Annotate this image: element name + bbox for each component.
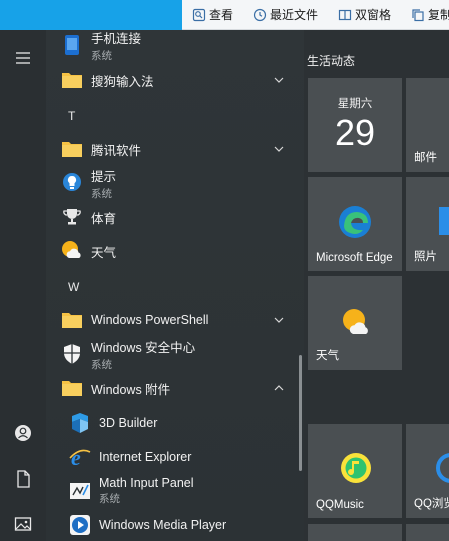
tiles-pane: 生活动态 星期六 29 邮件 Microsoft Edge 照片 天气 QQMu… (304, 30, 449, 541)
tile-group-title[interactable]: 生活动态 (307, 52, 355, 69)
pictures-icon[interactable] (13, 514, 33, 534)
clock-icon (253, 8, 267, 21)
math-input-icon (70, 483, 90, 499)
explorer-toolbar: 查看 最近文件 双窗格 复制 (182, 0, 449, 30)
tile-partial[interactable] (406, 524, 449, 541)
list-item-sports[interactable]: 体育 (46, 200, 304, 234)
app-name: 搜狗输入法 (91, 74, 154, 89)
app-category: 系统 (91, 358, 112, 371)
list-item-powershell-folder[interactable]: Windows PowerShell (46, 303, 304, 337)
dual-pane-button[interactable]: 双窗格 (338, 6, 391, 23)
letter-header-w[interactable]: W (46, 270, 304, 304)
internet-explorer-icon: e (69, 445, 91, 469)
mail-tile[interactable]: 邮件 (406, 78, 449, 172)
photos-icon (439, 207, 449, 235)
list-item-weather[interactable]: 天气 (46, 234, 304, 268)
app-name: 腾讯软件 (91, 143, 142, 158)
app-name: Windows 附件 (91, 382, 171, 397)
view-icon (192, 8, 206, 21)
documents-icon[interactable] (13, 469, 33, 489)
calendar-tile[interactable]: 星期六 29 (308, 78, 402, 172)
chevron-down-icon[interactable] (273, 314, 285, 326)
tile-partial[interactable] (308, 524, 402, 541)
svg-text:e: e (71, 445, 81, 469)
app-category: 系统 (91, 49, 112, 62)
weather-tile[interactable]: 天气 (308, 276, 402, 370)
media-player-icon (70, 515, 90, 535)
start-left-rail (0, 30, 46, 541)
tile-label: 邮件 (414, 152, 437, 164)
copy-icon (412, 8, 424, 21)
copy-label: 复制 (428, 8, 449, 22)
shield-icon (64, 344, 80, 364)
tile-label: Microsoft Edge (316, 252, 393, 264)
letter-label: W (68, 280, 80, 294)
phone-link-icon (65, 35, 79, 55)
qqmusic-icon (341, 453, 371, 483)
list-item-internet-explorer[interactable]: e Internet Explorer (46, 440, 304, 474)
trophy-icon (63, 209, 81, 225)
copy-button[interactable]: 复制 (411, 6, 449, 23)
recent-files-label: 最近文件 (270, 8, 319, 22)
dual-pane-label: 双窗格 (355, 8, 392, 22)
app-name: Windows PowerShell (91, 313, 209, 327)
list-item-math-input-panel[interactable]: Math Input Panel 系统 (46, 474, 304, 508)
hamburger-menu-icon[interactable] (13, 48, 33, 68)
app-name: Windows 安全中心 (91, 340, 196, 355)
app-name: 手机连接 (91, 31, 142, 46)
app-name: Windows Media Player (99, 518, 227, 532)
dual-pane-icon (338, 9, 352, 20)
view-button[interactable]: 查看 (192, 6, 233, 23)
folder-icon (62, 142, 82, 157)
calendar-weekday: 星期六 (337, 98, 373, 110)
app-name: 体育 (91, 211, 117, 226)
folder-icon (62, 381, 82, 396)
photos-tile[interactable]: 照片 (406, 177, 449, 271)
app-name: 天气 (91, 245, 117, 260)
qqbrowser-icon (436, 453, 449, 483)
tile-label: QQMusic (316, 499, 364, 511)
app-category: 系统 (91, 187, 112, 200)
list-item-windows-security[interactable]: Windows 安全中心 系统 (46, 337, 304, 371)
qqmusic-tile[interactable]: QQMusic (308, 424, 402, 518)
app-name: 提示 (91, 169, 117, 184)
folder-icon (62, 313, 82, 328)
list-item-3d-builder[interactable]: 3D Builder (46, 406, 304, 440)
start-app-list: 手机连接 系统 搜狗输入法 T 腾讯软件 提示 系统 体育 天气 W Windo… (46, 30, 304, 541)
letter-label: T (68, 109, 76, 123)
app-name: 3D Builder (99, 416, 158, 430)
lightbulb-icon (63, 173, 81, 191)
letter-header-t[interactable]: T (46, 99, 304, 133)
list-item-windows-media-player[interactable]: Windows Media Player (46, 508, 304, 541)
view-label: 查看 (209, 8, 234, 22)
app-category: 系统 (99, 493, 120, 505)
app-name: Math Input Panel (99, 476, 194, 490)
recent-files-button[interactable]: 最近文件 (253, 6, 318, 23)
list-item-tips[interactable]: 提示 系统 (46, 166, 304, 200)
tile-label: QQ浏览 (414, 498, 449, 510)
tile-label: 天气 (316, 350, 339, 362)
weather-icon (62, 241, 81, 258)
list-item-phone-link[interactable]: 手机连接 系统 (46, 30, 304, 62)
app-name: Internet Explorer (99, 450, 192, 464)
list-scrollbar[interactable] (299, 355, 302, 471)
edge-tile[interactable]: Microsoft Edge (308, 177, 402, 271)
weather-icon (343, 309, 368, 334)
tile-label: 照片 (414, 251, 437, 263)
window-titlebar-strip (0, 0, 182, 30)
calendar-date: 29 (334, 112, 376, 153)
qqbrowser-tile[interactable]: QQ浏览 (406, 424, 449, 518)
3d-builder-icon (72, 413, 88, 433)
chevron-down-icon[interactable] (273, 74, 285, 86)
list-item-sogou-folder[interactable]: 搜狗输入法 (46, 63, 304, 97)
user-account-icon[interactable] (13, 423, 33, 443)
chevron-up-icon[interactable] (273, 382, 285, 394)
list-item-accessories-folder[interactable]: Windows 附件 (46, 371, 304, 405)
folder-icon (62, 73, 82, 88)
chevron-down-icon[interactable] (273, 143, 285, 155)
edge-icon (339, 206, 371, 238)
list-item-tencent-folder[interactable]: 腾讯软件 (46, 132, 304, 166)
